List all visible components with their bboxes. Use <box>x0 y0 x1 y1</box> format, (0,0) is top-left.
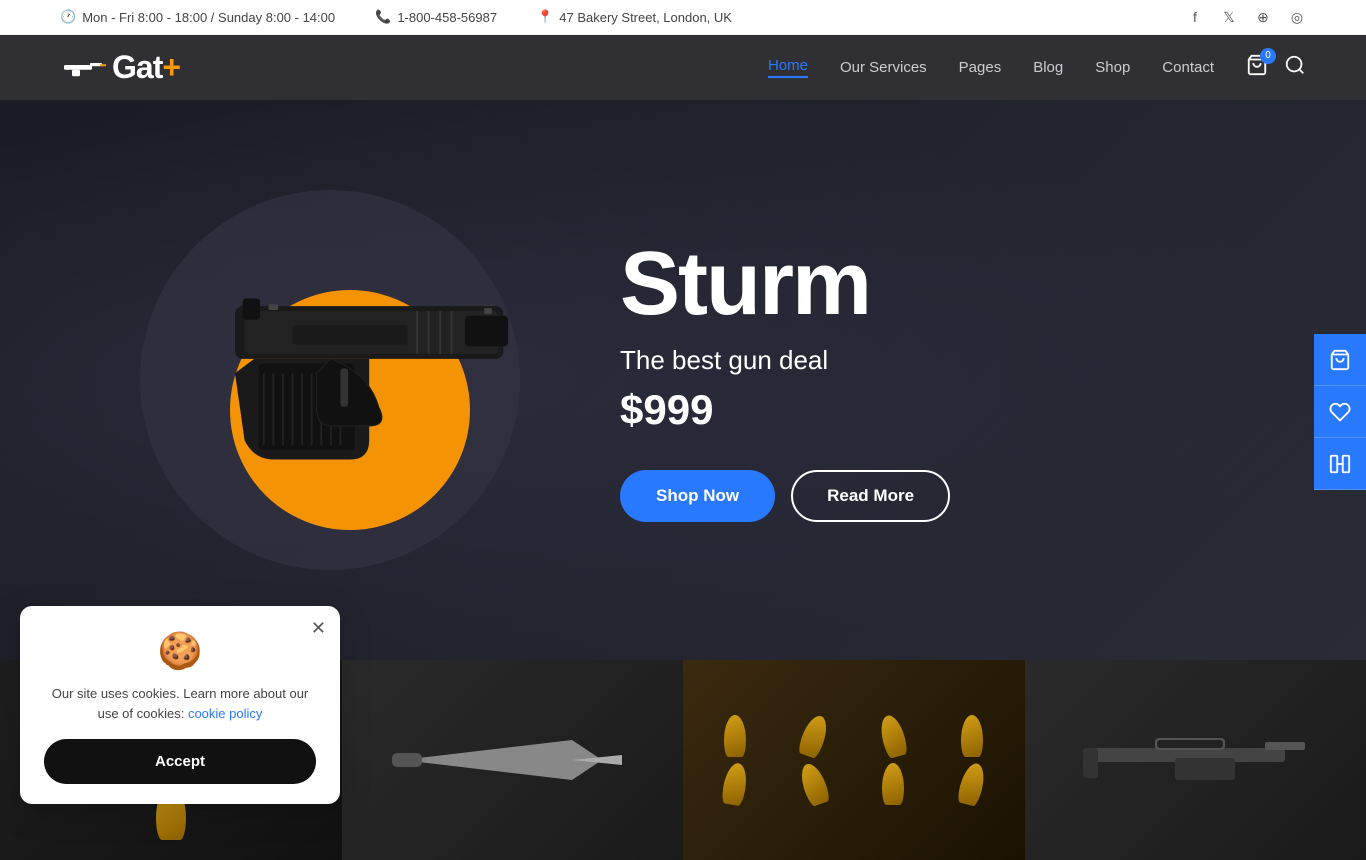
nav-shop[interactable]: Shop <box>1095 59 1130 76</box>
cookie-icon: 🍪 <box>44 630 316 672</box>
thumbnail-rifle[interactable] <box>1025 660 1366 860</box>
nav-blog[interactable]: Blog <box>1033 59 1063 76</box>
social-icons: f 𝕏 ⊕ ◎ <box>1186 8 1306 26</box>
cookie-policy-link[interactable]: cookie policy <box>188 706 262 721</box>
shop-now-button[interactable]: Shop Now <box>620 470 775 522</box>
hero-content: Sturm The best gun deal $999 Shop Now Re… <box>620 239 950 522</box>
facebook-icon[interactable]: f <box>1186 8 1204 26</box>
phone-icon: 📞 <box>375 9 391 25</box>
hero-title: Sturm <box>620 239 950 329</box>
hero-gun-image <box>120 210 580 503</box>
clock-icon: 🕐 <box>60 9 76 25</box>
cookie-popup: ✕ 🍪 Our site uses cookies. Learn more ab… <box>20 606 340 804</box>
cookie-text: Our site uses cookies. Learn more about … <box>44 684 316 723</box>
search-button[interactable] <box>1284 54 1306 82</box>
sidebar-wishlist-button[interactable] <box>1314 386 1366 438</box>
location-icon: 📍 <box>537 9 553 25</box>
hero-buttons: Shop Now Read More <box>620 470 950 522</box>
thumbnail-ammo[interactable] <box>683 660 1025 860</box>
hero-section: Sturm The best gun deal $999 Shop Now Re… <box>0 100 1366 660</box>
topbar-phone: 📞 1-800-458-56987 <box>375 9 497 25</box>
nav-home[interactable]: Home <box>768 57 808 78</box>
nav-contact[interactable]: Contact <box>1162 59 1214 76</box>
cart-badge: 0 <box>1260 48 1276 64</box>
nav-pages[interactable]: Pages <box>959 59 1002 76</box>
logo-gun-icon <box>60 54 108 82</box>
logo: Gat+ <box>60 49 180 86</box>
sidebar-cart-button[interactable] <box>1314 334 1366 386</box>
topbar: 🕐 Mon - Fri 8:00 - 18:00 / Sunday 8:00 -… <box>0 0 1366 35</box>
logo-text: Gat+ <box>112 49 180 86</box>
cart-button[interactable]: 0 <box>1246 54 1268 82</box>
read-more-button[interactable]: Read More <box>791 470 950 522</box>
sidebar-float <box>1314 334 1366 490</box>
nav-services[interactable]: Our Services <box>840 59 927 76</box>
twitter-icon[interactable]: 𝕏 <box>1220 8 1238 26</box>
sidebar-compare-button[interactable] <box>1314 438 1366 490</box>
topbar-address: 📍 47 Bakery Street, London, UK <box>537 9 732 25</box>
hero-subtitle: The best gun deal <box>620 345 950 376</box>
thumbnail-knife[interactable] <box>342 660 684 860</box>
instagram-icon[interactable]: ◎ <box>1288 8 1306 26</box>
dribbble-icon[interactable]: ⊕ <box>1254 8 1272 26</box>
header-icons: 0 <box>1246 54 1306 82</box>
topbar-hours: 🕐 Mon - Fri 8:00 - 18:00 / Sunday 8:00 -… <box>60 9 335 25</box>
header: Gat+ Home Our Services Pages Blog Shop C… <box>0 35 1366 100</box>
cookie-accept-button[interactable]: Accept <box>44 739 316 784</box>
hero-price: $999 <box>620 386 950 434</box>
main-nav: Home Our Services Pages Blog Shop Contac… <box>768 57 1214 78</box>
cookie-close-button[interactable]: ✕ <box>311 618 326 639</box>
